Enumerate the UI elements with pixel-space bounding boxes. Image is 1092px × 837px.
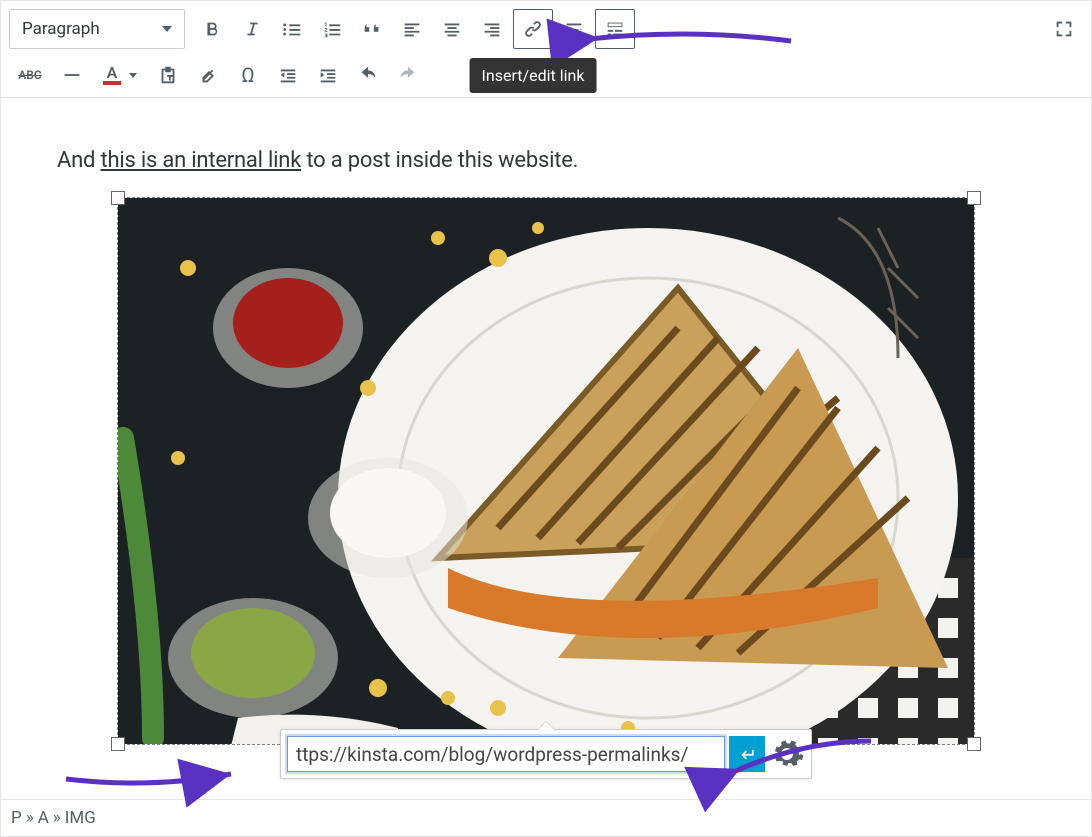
resize-handle-tl[interactable] xyxy=(111,191,125,205)
format-select[interactable]: Paragraph xyxy=(9,9,185,49)
toolbar-toggle-button[interactable] xyxy=(595,9,635,49)
paragraph-text-after: to a post inside this website. xyxy=(301,148,578,173)
format-select-label: Paragraph xyxy=(22,19,100,39)
redo-icon xyxy=(397,64,419,86)
breadcrumb-a[interactable]: A xyxy=(38,808,49,828)
resize-handle-br[interactable] xyxy=(967,737,981,751)
link-popover xyxy=(280,729,812,779)
dropdown-caret-icon xyxy=(162,26,172,32)
text-color-icon: A xyxy=(103,65,121,85)
editor-content[interactable]: And this is an internal link to a post i… xyxy=(1,98,1091,745)
breadcrumb-sep: » xyxy=(26,808,34,828)
breadcrumb-p[interactable]: P xyxy=(11,808,22,828)
horizontal-rule-button[interactable] xyxy=(53,56,91,94)
read-more-button[interactable] xyxy=(555,10,593,48)
bold-button[interactable] xyxy=(193,10,231,48)
undo-icon xyxy=(357,64,379,86)
italic-button[interactable] xyxy=(233,10,271,48)
undo-button[interactable] xyxy=(349,56,387,94)
align-left-icon xyxy=(401,18,423,40)
insert-link-button[interactable]: Insert/edit link xyxy=(513,9,553,49)
fullscreen-icon xyxy=(1053,18,1075,40)
outdent-button[interactable] xyxy=(269,56,307,94)
clear-formatting-button[interactable] xyxy=(189,56,227,94)
fullscreen-button[interactable] xyxy=(1045,10,1083,48)
toolbar-toggle-icon xyxy=(604,18,626,40)
outdent-icon xyxy=(277,64,299,86)
indent-icon xyxy=(317,64,339,86)
italic-icon xyxy=(241,18,263,40)
link-settings-icon xyxy=(769,736,805,772)
horizontal-rule-icon xyxy=(61,64,83,86)
clear-formatting-icon xyxy=(197,64,219,86)
paste-text-icon xyxy=(157,64,179,86)
breadcrumb-img[interactable]: IMG xyxy=(65,808,96,828)
blockquote-icon xyxy=(361,18,383,40)
indent-button[interactable] xyxy=(309,56,347,94)
blockquote-button[interactable] xyxy=(353,10,391,48)
apply-link-button[interactable] xyxy=(729,736,765,772)
redo-button[interactable] xyxy=(389,56,427,94)
link-icon xyxy=(522,18,544,40)
annotation-arrow-left xyxy=(61,749,241,803)
link-url-input[interactable] xyxy=(287,736,725,772)
toolbar-row-1: Paragraph Insert/edit link xyxy=(1,5,1091,53)
editor-window: Paragraph Insert/edit link ABC xyxy=(0,0,1092,837)
align-right-icon xyxy=(481,18,503,40)
text-color-button[interactable]: A xyxy=(93,56,147,94)
element-path-breadcrumb: P » A » IMG xyxy=(1,799,1091,836)
read-more-icon xyxy=(563,18,585,40)
align-center-button[interactable] xyxy=(433,10,471,48)
align-right-button[interactable] xyxy=(473,10,511,48)
align-center-icon xyxy=(441,18,463,40)
special-char-icon: Ω xyxy=(241,63,254,87)
unordered-list-button[interactable] xyxy=(273,10,311,48)
dropdown-caret-icon xyxy=(129,73,137,78)
special-char-button[interactable]: Ω xyxy=(229,56,267,94)
ordered-list-icon xyxy=(321,18,343,40)
align-left-button[interactable] xyxy=(393,10,431,48)
internal-link[interactable]: this is an internal link xyxy=(101,148,302,173)
ordered-list-button[interactable] xyxy=(313,10,351,48)
selected-image-wrapper[interactable] xyxy=(117,197,975,745)
content-image[interactable] xyxy=(118,198,974,744)
resize-handle-tr[interactable] xyxy=(967,191,981,205)
paste-text-button[interactable] xyxy=(149,56,187,94)
strikethrough-button[interactable]: ABC xyxy=(9,56,51,94)
link-settings-button[interactable] xyxy=(769,736,805,772)
link-tooltip: Insert/edit link xyxy=(470,58,597,93)
bold-icon xyxy=(201,18,223,40)
apply-arrow-icon xyxy=(737,744,757,764)
strikethrough-icon: ABC xyxy=(18,68,41,82)
unordered-list-icon xyxy=(281,18,303,40)
breadcrumb-sep: » xyxy=(53,808,61,828)
paragraph[interactable]: And this is an internal link to a post i… xyxy=(57,144,1035,177)
editor-toolbars: Paragraph Insert/edit link ABC xyxy=(1,1,1091,98)
paragraph-text-before: And xyxy=(57,148,101,173)
resize-handle-bl[interactable] xyxy=(111,737,125,751)
